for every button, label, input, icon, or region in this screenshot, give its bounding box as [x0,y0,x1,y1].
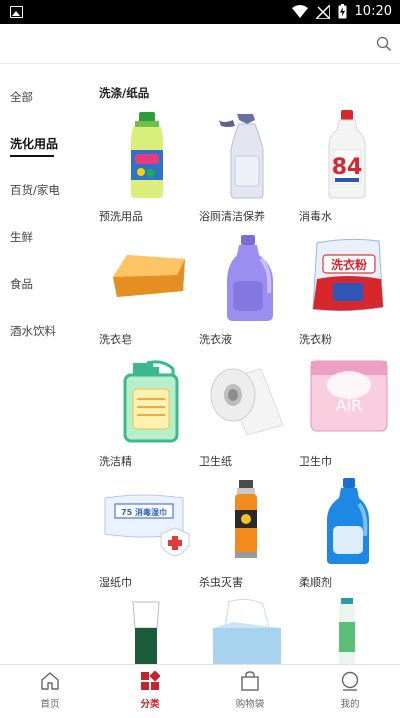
image-notification-icon [10,6,23,18]
tab-category[interactable]: 分类 [100,665,200,712]
prewash-bottle-icon [131,112,163,198]
product-name: 浴厕清洁保养 [199,210,265,223]
active-indicator [10,155,54,157]
product-name: 柔顺剂 [299,576,332,589]
no-signal-icon [315,4,330,19]
sidebar-item-all[interactable]: 全部 [10,89,33,105]
sidebar-item-label: 洗化用品 [10,137,59,151]
wet-wipes-label: 75 消毒湿巾 [121,507,167,517]
product-laundry-soap[interactable]: 洗衣皂 [99,233,195,353]
wet-wipes-icon: 75 消毒湿巾 [104,494,190,557]
toilet-cleaner-icon [219,114,264,199]
bottom-tab-bar: 首页 分类 购物袋 我的 [0,664,400,711]
disinfectant-bottle-icon: 84 [328,110,366,199]
product-name: 卫生巾 [299,455,332,468]
sidebar-item-food[interactable]: 食品 [10,276,33,292]
search-bar[interactable] [0,24,400,64]
wifi-icon [291,4,308,18]
tab-shopping-bag[interactable]: 购物袋 [200,665,300,712]
sidebar-item-label: 食品 [10,277,33,291]
product-name: 消毒水 [299,210,332,223]
sidebar-item-toiletries[interactable]: 洗化用品 [10,135,59,157]
sidebar-item-label: 酒水饮料 [10,324,56,338]
sidebar-item-label: 百货/家电 [10,183,60,197]
product-name: 湿纸巾 [99,576,132,589]
product-prewash[interactable]: 预洗用品 [99,110,195,230]
tab-label: 购物袋 [235,699,265,710]
tab-label: 我的 [340,699,360,710]
sanitary-pad-label: AiR [336,396,363,415]
laundry-soap-icon [113,255,185,297]
product-toilet-cleaner[interactable]: 浴厕清洁保养 [199,110,295,230]
laundry-liquid-icon [227,235,273,321]
section-title: 洗涤/纸品 [99,86,150,100]
product-softener[interactable]: 柔顺剂 [299,476,395,596]
sidebar-item-general-merchandise[interactable]: 百货/家电 [10,182,60,198]
softener-bottle-icon [327,478,369,564]
laundry-powder-label: 洗衣粉 [331,257,367,272]
product-laundry-powder[interactable]: 洗衣粉 洗衣粉 [299,233,395,353]
toilet-paper-icon [210,368,284,436]
product-name: 洗衣皂 [99,333,132,346]
category-sidebar: 全部 洗化用品 百货/家电 生鲜 食品 酒水饮料 [0,64,92,664]
shopping-bag-icon [241,671,259,691]
sanitary-pad-icon: AiR [310,360,388,432]
product-name: 卫生纸 [199,455,232,468]
product-wet-wipes[interactable]: 75 消毒湿巾 湿纸巾 [99,476,195,596]
tab-label: 分类 [140,699,160,710]
product-name: 预洗用品 [99,210,143,223]
insecticide-spray-icon [235,480,257,558]
laundry-powder-icon: 洗衣粉 [312,238,384,312]
tab-home[interactable]: 首页 [0,665,100,712]
product-name: 洗衣粉 [299,333,332,346]
product-dish-soap[interactable]: 洗洁精 [99,355,195,475]
tab-profile[interactable]: 我的 [300,665,400,712]
sidebar-item-drinks[interactable]: 酒水饮料 [10,323,56,339]
product-name: 洗洁精 [99,455,132,468]
product-sanitary-pad[interactable]: AiR 卫生巾 [299,355,395,475]
tab-label: 首页 [40,699,60,710]
sidebar-item-label: 全部 [10,90,33,104]
battery-charging-icon [338,4,347,19]
product-disinfectant[interactable]: 84 消毒水 [299,110,395,230]
svg-text:84: 84 [332,155,363,180]
product-name: 洗衣液 [199,333,232,346]
search-icon[interactable] [376,36,392,52]
product-insecticide[interactable]: 杀虫灭害 [199,476,295,596]
status-bar: 10:20 [0,0,400,24]
home-icon [41,672,59,690]
product-laundry-liquid[interactable]: 洗衣液 [199,233,295,353]
product-name: 杀虫灭害 [199,576,243,589]
clock: 10:20 [354,4,392,19]
sidebar-item-fresh[interactable]: 生鲜 [10,229,33,245]
category-icon [141,671,160,690]
product-toilet-paper[interactable]: 卫生纸 [199,355,295,475]
dish-soap-icon [123,360,179,443]
sidebar-item-label: 生鲜 [10,230,33,244]
profile-icon [341,671,359,691]
